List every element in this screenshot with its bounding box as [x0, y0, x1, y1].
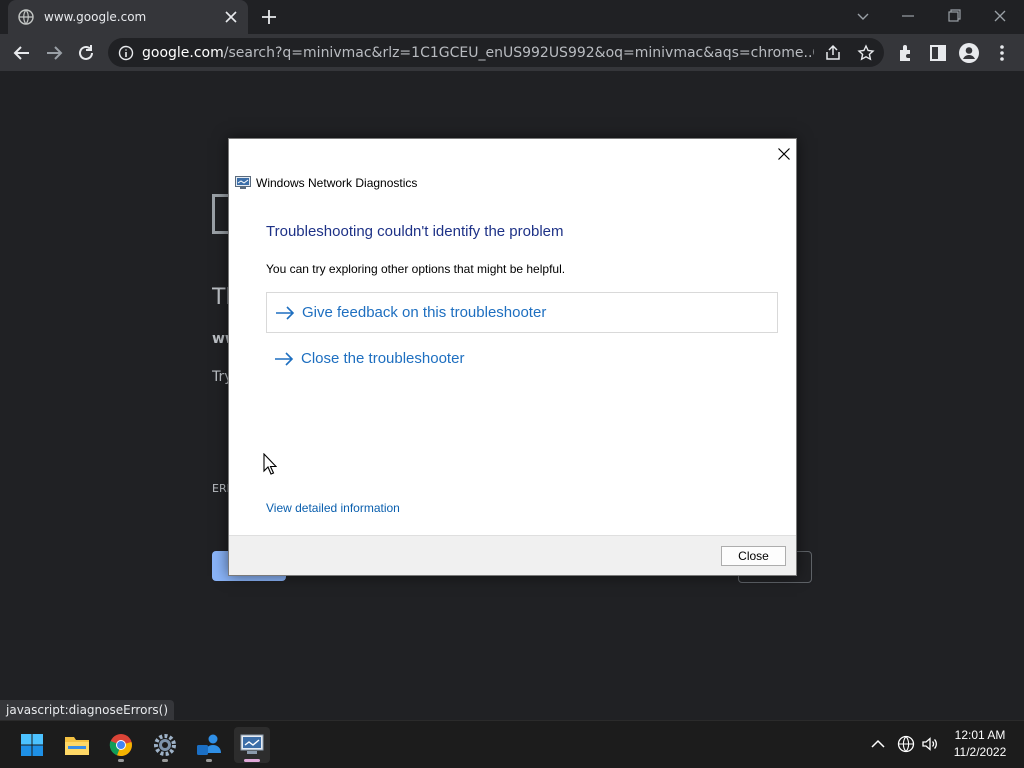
minimize-icon[interactable] [898, 6, 918, 26]
arrow-right-icon [276, 305, 295, 320]
forward-icon[interactable] [43, 42, 65, 64]
side-panel-icon[interactable] [927, 42, 949, 64]
restore-icon[interactable] [944, 6, 964, 26]
mouse-cursor-icon [263, 453, 277, 475]
chevron-up-icon[interactable] [869, 735, 887, 753]
dialog-close-x[interactable] [773, 143, 795, 165]
people-icon [197, 734, 221, 755]
tab-strip: www.google.com [0, 0, 1024, 34]
info-icon[interactable] [118, 45, 134, 61]
taskbar: 12:01 AM 11/2/2022 [0, 720, 1024, 768]
extensions-icon[interactable] [895, 42, 917, 64]
chevron-down-icon[interactable] [853, 6, 873, 26]
address-bar[interactable]: google.com/search?q=minivmac&rlz=1C1GCEU… [108, 38, 884, 67]
network-diagnostics-icon [235, 176, 251, 189]
close-icon [778, 148, 790, 160]
url-text[interactable]: google.com/search?q=minivmac&rlz=1C1GCEU… [142, 45, 814, 61]
start-button[interactable] [14, 727, 50, 763]
close-troubleshooter-label: Close the troubleshooter [301, 350, 465, 367]
dialog-title-bar: Windows Network Diagnostics [235, 175, 417, 191]
star-icon[interactable] [857, 44, 875, 62]
give-feedback-option[interactable]: Give feedback on this troubleshooter [266, 292, 778, 333]
chrome-icon [109, 734, 132, 757]
close-button[interactable]: Close [721, 546, 786, 566]
globe-icon [18, 9, 34, 25]
view-details-link[interactable]: View detailed information [266, 501, 400, 515]
arrow-right-icon [275, 351, 294, 366]
network-diagnostics-icon [240, 734, 264, 754]
share-icon[interactable] [824, 44, 842, 62]
browser-toolbar: google.com/search?q=minivmac&rlz=1C1GCEU… [0, 34, 1024, 71]
url-host: google.com [142, 44, 224, 61]
dialog-footer: Close [229, 535, 796, 575]
network-diagnostics-taskbar-button[interactable] [234, 727, 270, 763]
settings-taskbar-button[interactable] [147, 727, 183, 763]
reload-icon[interactable] [75, 42, 97, 64]
people-taskbar-button[interactable] [191, 727, 227, 763]
dialog-title: Windows Network Diagnostics [256, 176, 418, 190]
volume-icon[interactable] [921, 735, 939, 753]
running-indicator [162, 759, 168, 762]
windows-start-icon [21, 734, 43, 756]
file-explorer-icon [65, 737, 89, 755]
url-path: /search?q=minivmac&rlz=1C1GCEU_enUS992US… [223, 44, 814, 61]
tab-title: www.google.com [44, 10, 147, 24]
clock-time: 12:01 AM [954, 728, 1006, 742]
network-diagnostics-dialog: Windows Network Diagnostics Troubleshoot… [228, 138, 797, 576]
dialog-subtext: You can try exploring other options that… [266, 262, 566, 276]
clock-date: 11/2/2022 [953, 745, 1007, 759]
give-feedback-label: Give feedback on this troubleshooter [302, 304, 547, 321]
plus-icon[interactable] [260, 8, 278, 26]
browser-tab[interactable]: www.google.com [8, 0, 248, 34]
menu-icon[interactable] [991, 42, 1013, 64]
close-window-icon[interactable] [990, 6, 1010, 26]
profile-icon[interactable] [958, 42, 980, 64]
close-icon[interactable] [224, 10, 238, 24]
back-icon[interactable] [11, 42, 33, 64]
running-indicator [206, 759, 212, 762]
running-indicator [118, 759, 124, 762]
active-indicator [244, 759, 260, 762]
chrome-taskbar-button[interactable] [103, 727, 139, 763]
close-troubleshooter-option[interactable]: Close the troubleshooter [266, 338, 778, 379]
link-status-bubble: javascript:diagnoseErrors() [0, 700, 174, 720]
system-clock[interactable]: 12:01 AM 11/2/2022 [940, 727, 1020, 761]
network-globe-icon[interactable] [897, 735, 915, 753]
settings-icon [154, 734, 176, 756]
dialog-heading: Troubleshooting couldn't identify the pr… [266, 223, 564, 240]
file-explorer-button[interactable] [59, 727, 95, 763]
